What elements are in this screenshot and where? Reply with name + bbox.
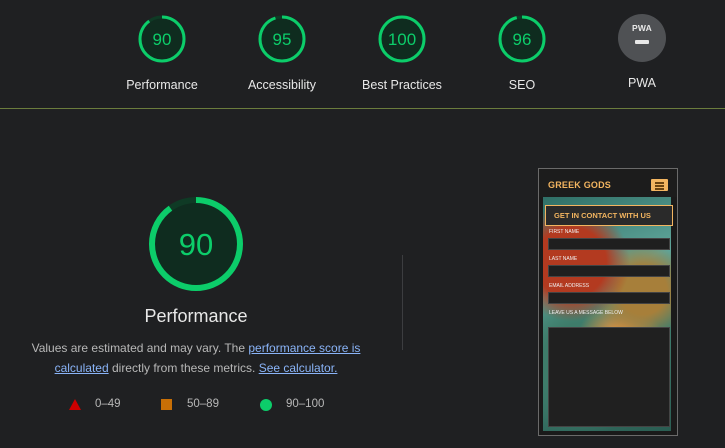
screenshot-contact-heading: GET IN CONTACT WITH US <box>545 205 673 226</box>
square-icon <box>161 399 172 410</box>
accessibility-gauge-ring: 95 <box>258 15 306 63</box>
gauge-pwa[interactable]: PWA PWA <box>582 14 702 90</box>
last-name-label: LAST NAME <box>549 256 578 262</box>
contact-heading-text: GET IN CONTACT WITH US <box>554 211 651 220</box>
pwa-badge-icon: PWA <box>618 14 666 62</box>
performance-score: 90 <box>153 30 172 49</box>
message-textarea <box>548 327 670 427</box>
category-summary: 90 Performance 95 Accessibility 100 Best… <box>0 0 725 109</box>
gauge-performance[interactable]: 90 Performance <box>102 14 222 92</box>
message-label: LEAVE US A MESSAGE BELOW <box>549 310 623 316</box>
accessibility-score: 95 <box>273 30 292 49</box>
performance-description: Values are estimated and may vary. The p… <box>20 338 372 378</box>
best-practices-score: 100 <box>388 30 416 49</box>
main-performance-score: 90 <box>179 227 213 262</box>
email-field <box>548 292 670 304</box>
screenshot-header: GREEK GODS <box>539 169 677 197</box>
last-name-field <box>548 265 670 277</box>
circle-icon <box>260 399 272 411</box>
see-calculator-link[interactable]: See calculator. <box>259 361 338 375</box>
gauge-best-practices[interactable]: 100 Best Practices <box>342 14 462 92</box>
performance-label: Performance <box>126 78 198 92</box>
performance-gauge-ring: 90 <box>138 15 186 63</box>
pwa-badge-text: PWA <box>632 23 652 33</box>
first-name-label: FIRST NAME <box>549 229 580 235</box>
main-gauge-ring: 90 <box>149 197 243 291</box>
vertical-divider <box>402 255 403 350</box>
email-label: EMAIL ADDRESS <box>549 283 590 289</box>
final-screenshot[interactable]: GREEK GODS GET IN CONTACT WITH US FIRST … <box>538 168 678 436</box>
triangle-icon <box>69 399 81 410</box>
legend-average-range: 50–89 <box>187 398 219 410</box>
performance-title: Performance <box>144 306 248 326</box>
pwa-label: PWA <box>627 76 656 90</box>
gauge-accessibility[interactable]: 95 Accessibility <box>222 14 342 92</box>
pwa-dash-icon <box>635 40 649 44</box>
legend-pass-range: 90–100 <box>286 398 325 410</box>
legend-fail-range: 0–49 <box>95 398 121 410</box>
hamburger-menu-icon <box>651 179 668 191</box>
best-practices-label: Best Practices <box>362 78 442 92</box>
seo-gauge-ring: 96 <box>498 15 546 63</box>
performance-main-gauge: 90 <box>146 194 246 299</box>
first-name-field <box>548 238 670 250</box>
desc-text-2: directly from these metrics. <box>108 361 259 375</box>
seo-score: 96 <box>513 30 532 49</box>
best-practices-gauge-ring: 100 <box>378 15 426 63</box>
screenshot-brand: GREEK GODS <box>548 180 612 190</box>
seo-label: SEO <box>508 78 536 92</box>
gauge-seo[interactable]: 96 SEO <box>462 14 582 92</box>
accessibility-label: Accessibility <box>247 78 317 92</box>
desc-text-1: Values are estimated and may vary. The <box>31 341 249 355</box>
